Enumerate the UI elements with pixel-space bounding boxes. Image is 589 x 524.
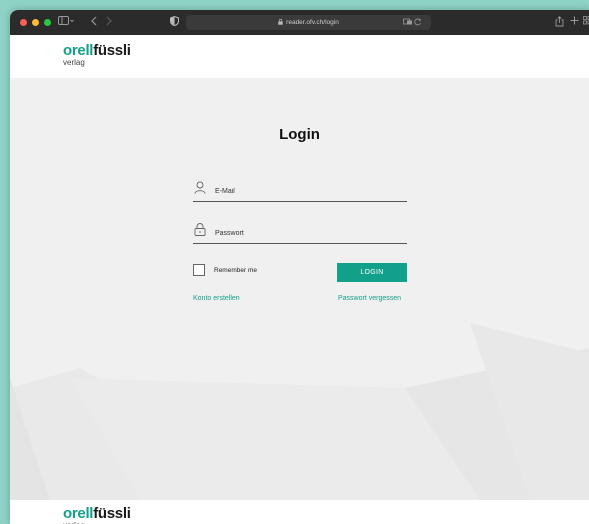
- browser-window: reader.ofv.ch/login orellfüssli verlag L…: [10, 10, 589, 524]
- site-footer: orellfüssli verlag: [10, 500, 589, 524]
- window-controls: [20, 19, 51, 26]
- share-icon[interactable]: [555, 16, 564, 31]
- user-icon: [194, 181, 206, 199]
- remember-me-row: Remember me: [193, 264, 257, 276]
- tab-overview-icon[interactable]: [583, 16, 589, 29]
- forgot-password-link[interactable]: Passwort vergessen: [338, 295, 401, 302]
- email-input[interactable]: [215, 182, 405, 200]
- logo-word-fussli: füssli: [93, 42, 131, 59]
- site-header: orellfüssli verlag: [10, 35, 589, 78]
- create-account-link[interactable]: Konto erstellen: [193, 295, 240, 302]
- login-section: Login Remember me LOGIN Konto erstellen …: [10, 78, 589, 500]
- footer-logo-word-fussli: füssli: [93, 505, 131, 522]
- login-title: Login: [279, 126, 320, 143]
- footer-logo-word-orell: orell: [63, 505, 94, 522]
- shield-icon[interactable]: [170, 15, 179, 30]
- login-button[interactable]: LOGIN: [337, 263, 407, 282]
- back-icon[interactable]: [90, 16, 98, 30]
- close-window-button[interactable]: [20, 19, 27, 26]
- minimize-window-button[interactable]: [32, 19, 39, 26]
- url-text: reader.ofv.ch/login: [286, 19, 339, 26]
- logo-subtitle: verlag: [63, 58, 85, 67]
- footer-logo[interactable]: orellfüssli verlag: [63, 506, 131, 524]
- remember-me-checkbox[interactable]: [193, 264, 205, 276]
- logo-word-orell: orell: [63, 42, 94, 59]
- maximize-window-button[interactable]: [44, 19, 51, 26]
- password-field: [193, 223, 407, 244]
- publisher-logo[interactable]: orellfüssli verlag: [63, 43, 131, 67]
- email-field: [193, 181, 407, 202]
- remember-me-label: Remember me: [214, 266, 257, 274]
- translate-reload-icon[interactable]: [403, 18, 423, 28]
- lock-icon: [278, 18, 283, 27]
- password-input[interactable]: [215, 224, 405, 242]
- new-tab-icon[interactable]: [570, 16, 579, 29]
- lock-icon: [194, 223, 206, 241]
- sidebar-toggle-icon[interactable]: [58, 16, 74, 30]
- browser-toolbar: reader.ofv.ch/login: [10, 10, 589, 35]
- address-bar[interactable]: reader.ofv.ch/login: [186, 15, 431, 30]
- forward-icon[interactable]: [105, 16, 113, 30]
